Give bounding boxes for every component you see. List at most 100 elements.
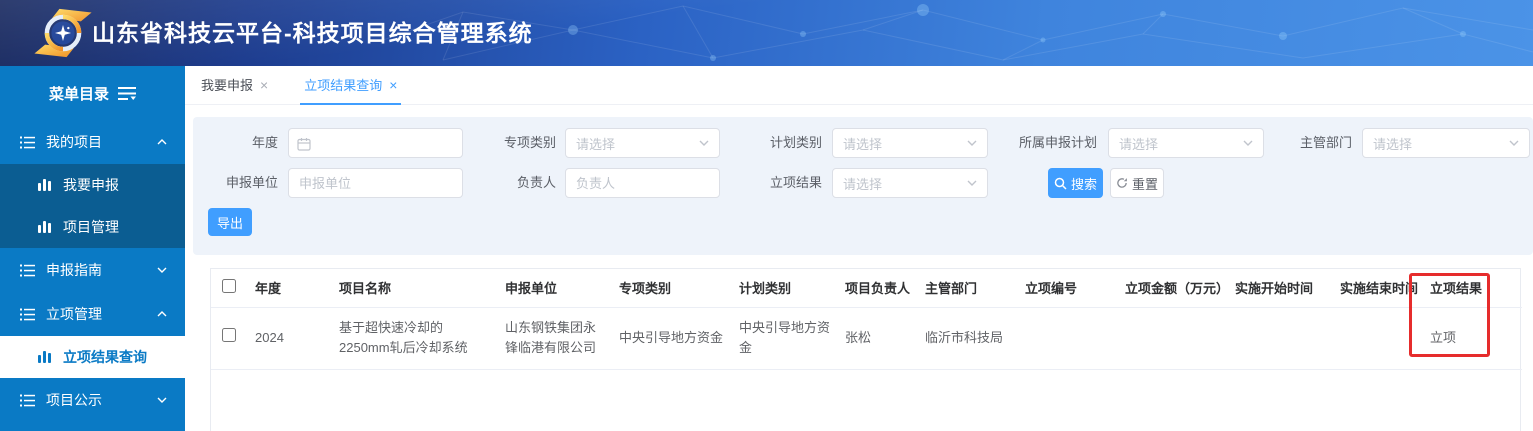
result-label: 立项结果 (702, 168, 822, 198)
plan-category-label: 计划类别 (702, 128, 822, 158)
special-category-select[interactable]: 请选择 (565, 128, 720, 158)
sidebar-item-project-mgmt[interactable]: 项目管理 (0, 206, 185, 248)
sidebar-item-apply[interactable]: 我要申报 (0, 164, 185, 206)
sidebar-item-label: 项目公示 (46, 390, 157, 410)
collapse-menu-icon (118, 87, 136, 100)
filter-panel: 年度 专项类别 请选择 计划类别 请选择 所属申报计划 请选择 主管部门 (193, 117, 1533, 255)
results-table-card: 年度 项目名称 申报单位 专项类别 计划类别 项目负责人 主管部门 立项编号 立… (210, 268, 1521, 431)
app-header: 山东省科技云平台-科技项目综合管理系统 (0, 0, 1533, 66)
cell-plan: 中央引导地方资金 (731, 307, 837, 369)
cell-dept: 临沂市科技局 (917, 307, 1017, 369)
dept-select[interactable]: 请选择 (1362, 128, 1530, 158)
leader-field-box (565, 168, 720, 198)
sidebar-item-label: 立项结果查询 (63, 347, 147, 367)
sidebar-item-label: 项目管理 (63, 217, 119, 237)
export-button[interactable]: 导出 (208, 208, 252, 236)
chevron-down-icon (157, 267, 167, 273)
col-header-unit: 申报单位 (497, 269, 611, 307)
list-icon (20, 136, 35, 149)
tab-apply[interactable]: 我要申报 × (197, 65, 272, 104)
list-icon (20, 264, 35, 277)
col-header-dept: 主管部门 (917, 269, 1017, 307)
tab-label: 我要申报 (201, 75, 253, 94)
search-icon (1054, 177, 1067, 190)
col-header-result: 立项结果 (1422, 269, 1522, 307)
select-placeholder: 请选择 (843, 134, 882, 153)
platform-logo-icon (34, 8, 92, 58)
search-button[interactable]: 搜索 (1048, 168, 1103, 198)
result-select[interactable]: 请选择 (832, 168, 988, 198)
table-header-row: 年度 项目名称 申报单位 专项类别 计划类别 项目负责人 主管部门 立项编号 立… (211, 269, 1522, 307)
results-table: 年度 项目名称 申报单位 专项类别 计划类别 项目负责人 主管部门 立项编号 立… (211, 269, 1522, 370)
col-header-project-name: 项目名称 (331, 269, 497, 307)
my-projects-submenu: 我要申报 项目管理 (0, 164, 185, 248)
search-button-label: 搜索 (1071, 174, 1097, 193)
unit-label: 申报单位 (193, 168, 278, 198)
cell-leader: 张松 (837, 307, 917, 369)
list-icon (20, 394, 35, 407)
select-placeholder: 请选择 (843, 174, 882, 193)
dept-label: 主管部门 (1232, 128, 1352, 158)
sidebar: 菜单目录 我的项目 我要申报 项目管理 申报指南 (0, 66, 185, 431)
cell-unit: 山东钢铁集团永锋临港有限公司 (497, 307, 611, 369)
close-icon[interactable]: × (389, 78, 397, 92)
refresh-icon (1116, 177, 1128, 189)
cell-number (1017, 307, 1117, 369)
row-checkbox[interactable] (222, 328, 236, 342)
chevron-up-icon (157, 139, 167, 145)
cell-project-name: 基于超快速冷却的2250mm轧后冷却系统 (331, 307, 497, 369)
select-all-checkbox[interactable] (222, 279, 236, 293)
menu-directory-label: 菜单目录 (49, 83, 109, 104)
cell-result: 立项 (1422, 307, 1522, 369)
chevron-down-icon (1509, 140, 1519, 146)
col-header-leader: 项目负责人 (837, 269, 917, 307)
tab-bar: 我要申报 × 立项结果查询 × (185, 66, 1533, 105)
sidebar-item-approval-mgmt[interactable]: 立项管理 (0, 292, 185, 336)
col-header-start: 实施开始时间 (1227, 269, 1332, 307)
bar-chart-icon (38, 221, 51, 233)
select-placeholder: 请选择 (1119, 134, 1158, 153)
cell-amount (1117, 307, 1227, 369)
sidebar-item-label: 我的项目 (46, 132, 157, 152)
reset-button[interactable]: 重置 (1110, 168, 1164, 198)
cell-year: 2024 (247, 307, 331, 369)
sidebar-item-label: 立项管理 (46, 304, 157, 324)
col-header-special: 专项类别 (611, 269, 731, 307)
leader-input[interactable] (566, 169, 719, 197)
list-icon (20, 308, 35, 321)
sidebar-item-guide[interactable]: 申报指南 (0, 248, 185, 292)
bar-chart-icon (38, 179, 51, 191)
sidebar-item-my-projects[interactable]: 我的项目 (0, 120, 185, 164)
belong-plan-label: 所属申报计划 (957, 128, 1097, 158)
tab-label: 立项结果查询 (304, 75, 382, 94)
row-select-cell (211, 307, 247, 369)
col-header-amount: 立项金额（万元） (1117, 269, 1227, 307)
export-button-label: 导出 (217, 213, 243, 232)
chevron-down-icon (157, 397, 167, 403)
sidebar-item-approval-query[interactable]: 立项结果查询 (0, 336, 185, 378)
close-icon[interactable]: × (260, 78, 268, 92)
calendar-icon (297, 137, 311, 151)
sidebar-item-label: 申报指南 (46, 260, 157, 280)
sidebar-item-publicity[interactable]: 项目公示 (0, 378, 185, 422)
select-all-cell (211, 269, 247, 307)
app-title: 山东省科技云平台-科技项目综合管理系统 (92, 0, 533, 66)
table-row: 2024 基于超快速冷却的2250mm轧后冷却系统 山东钢铁集团永锋临港有限公司… (211, 307, 1522, 369)
col-header-year: 年度 (247, 269, 331, 307)
sidebar-item-label: 我要申报 (63, 175, 119, 195)
special-category-label: 专项类别 (436, 128, 556, 158)
col-header-plan: 计划类别 (731, 269, 837, 307)
reset-button-label: 重置 (1132, 174, 1158, 193)
chevron-down-icon (967, 180, 977, 186)
leader-label: 负责人 (436, 168, 556, 198)
cell-start (1227, 307, 1332, 369)
cell-end (1332, 307, 1422, 369)
main-content: 我要申报 × 立项结果查询 × 年度 专项类别 请选择 计划类别 请选择 (185, 66, 1533, 431)
menu-directory-toggle[interactable]: 菜单目录 (0, 66, 185, 120)
bar-chart-icon (38, 351, 51, 363)
col-header-end: 实施结束时间 (1332, 269, 1422, 307)
cell-special: 中央引导地方资金 (611, 307, 731, 369)
chevron-up-icon (157, 311, 167, 317)
select-placeholder: 请选择 (576, 134, 615, 153)
tab-approval-query[interactable]: 立项结果查询 × (300, 65, 401, 104)
